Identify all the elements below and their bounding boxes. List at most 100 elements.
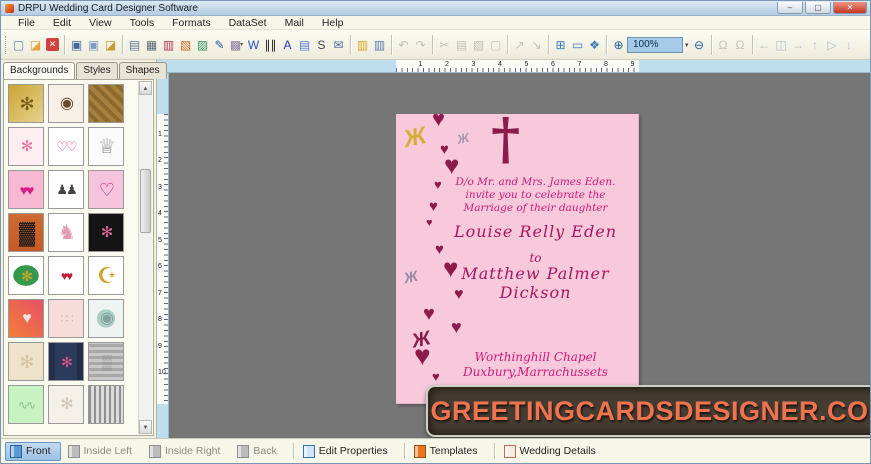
bottom-tab-templates[interactable]: Templates	[409, 442, 488, 461]
save-as-button[interactable]: ▣	[85, 34, 102, 56]
heart-icon: ♥	[444, 152, 459, 178]
database-add-button[interactable]: ▥	[354, 34, 371, 56]
menu-dataset[interactable]: DataSet	[220, 17, 276, 29]
bottom-tab-wedding-details[interactable]: Wedding Details	[499, 442, 606, 461]
menu-file[interactable]: File	[9, 17, 44, 29]
save-as-icon: ▣	[88, 39, 99, 51]
sidebar-scrollbar[interactable]: ▲ ▼	[138, 81, 152, 434]
templates-label: Templates	[430, 445, 478, 457]
bride-name-text[interactable]: Louise Relly Eden	[434, 222, 637, 241]
menu-mail[interactable]: Mail	[276, 17, 313, 29]
design-canvas[interactable]: 123456789 12345678910 † ♥♥♥♥♥♥♥♥♥♥♥♥♥ЖЖЖ…	[157, 60, 870, 438]
copy-pages-button[interactable]: ▥	[160, 34, 177, 56]
background-tile-gold-figure-leaf[interactable]: ✻	[8, 256, 44, 295]
menu-help[interactable]: Help	[313, 17, 353, 29]
word-art-button[interactable]: W	[245, 34, 262, 56]
minimize-icon: –	[788, 3, 792, 12]
pink-speckled-glyph: ∷∷	[60, 313, 71, 325]
tab-shapes[interactable]: Shapes	[119, 62, 167, 79]
background-tile-rose-petals[interactable]: ♥♥	[48, 256, 84, 295]
background-tile-pale-floral[interactable]: ✻	[48, 385, 84, 424]
insert-text-button[interactable]: A	[279, 34, 296, 56]
fit-to-window-button[interactable]: ❖	[586, 34, 603, 56]
background-tile-black-floral-pink[interactable]: ✻	[88, 213, 124, 252]
templates-icon	[414, 445, 426, 458]
show-grid-button[interactable]: ⊞	[552, 34, 569, 56]
menu-formats[interactable]: Formats	[163, 17, 220, 29]
picture-effects-button[interactable]: ▩▾	[228, 34, 245, 56]
close-button[interactable]: ✕	[833, 2, 867, 14]
background-tile-lace-stripes[interactable]	[88, 385, 124, 424]
pink-blossom-cream-glyph: ✻	[21, 139, 32, 154]
insert-image-button[interactable]: ▨	[194, 34, 211, 56]
minimize-button[interactable]: –	[777, 2, 803, 14]
background-tile-crescent-moon-star[interactable]: ☪	[88, 256, 124, 295]
zoom-in-icon: ⊕	[613, 39, 623, 51]
tab-backgrounds[interactable]: Backgrounds	[3, 62, 75, 79]
venue-text[interactable]: Worthinghill Chapel Duxbury,Marrachusset…	[434, 350, 637, 380]
venue-line-1: Worthinghill Chapel	[434, 350, 637, 365]
zoom-out-button[interactable]: ⊖	[691, 34, 708, 56]
toolbar-grip[interactable]	[5, 36, 8, 54]
zoom-level-field[interactable]: 100%	[627, 37, 683, 53]
background-tile-navy-rose-stripe[interactable]: ✻	[48, 342, 84, 381]
tab-styles[interactable]: Styles	[76, 62, 117, 79]
bottom-tab-front[interactable]: Front	[5, 442, 61, 461]
new-document-button[interactable]: ▢	[10, 34, 27, 56]
print-button[interactable]: ▦	[143, 34, 160, 56]
wedding-card[interactable]: † ♥♥♥♥♥♥♥♥♥♥♥♥♥ЖЖЖЖ D/o Mr. and Mrs. Jam…	[396, 114, 639, 404]
scroll-down-button[interactable]: ▼	[139, 420, 152, 434]
butterfly-icon: Ж	[402, 124, 429, 152]
fill-color-button[interactable]: ▧	[177, 34, 194, 56]
menu-edit[interactable]: Edit	[44, 17, 80, 29]
fit-to-window-icon: ❖	[589, 39, 600, 51]
menu-view[interactable]: View	[80, 17, 121, 29]
mail-merge-button[interactable]: ✉	[330, 34, 347, 56]
background-tile-cream-magnolia[interactable]: ✻	[8, 342, 44, 381]
background-tile-pink-blossom-cream[interactable]: ✻	[8, 127, 44, 166]
background-tile-green-scallop[interactable]: ∿∿	[8, 385, 44, 424]
background-tile-hearts-collage[interactable]: ♥	[8, 299, 44, 338]
close-file-button[interactable]: ✕	[44, 34, 61, 56]
background-tile-cream-paisley[interactable]: ◉	[48, 84, 84, 123]
background-tile-pink-speckled[interactable]: ∷∷	[48, 299, 84, 338]
background-tile-gold-floral[interactable]: ✻	[8, 84, 44, 123]
to-text[interactable]: to	[434, 251, 637, 265]
page-setup-button[interactable]: ▤	[126, 34, 143, 56]
gold-figure-leaf-glyph: ✻	[21, 269, 31, 283]
card-intro-text[interactable]: D/o Mr. and Mrs. James Eden. invite you …	[434, 176, 637, 215]
barcode-button[interactable]: ∥∥	[262, 34, 279, 56]
database-view-button[interactable]: ▥	[371, 34, 388, 56]
menu-tools[interactable]: Tools	[121, 17, 164, 29]
open-file-button[interactable]: ◪	[27, 34, 44, 56]
background-tile-pink-elephant[interactable]: ♞	[48, 213, 84, 252]
background-tile-pink-hearts[interactable]: ♥♥	[8, 170, 44, 209]
send-to-back-icon: ↘	[531, 39, 541, 51]
window-controls: – ▢ ✕	[775, 2, 867, 14]
zoom-in-button[interactable]: ⊕	[610, 34, 627, 56]
background-tile-heart-outlines[interactable]: ♡♡	[48, 127, 84, 166]
maximize-button[interactable]: ▢	[805, 2, 831, 14]
export-folder-button[interactable]: ◪	[102, 34, 119, 56]
background-tile-teal-mandala[interactable]: ◉	[88, 299, 124, 338]
background-tile-wedding-carriage[interactable]: ♕	[88, 127, 124, 166]
rose-petals-glyph: ♥♥	[61, 270, 71, 282]
groom-name-text[interactable]: Matthew Palmer Dickson	[434, 264, 637, 302]
draw-pen-button[interactable]: ✎	[211, 34, 228, 56]
insert-note-button[interactable]: ▤	[296, 34, 313, 56]
bottom-tab-edit-properties[interactable]: Edit Properties	[298, 442, 398, 461]
background-tile-brown-damask[interactable]	[88, 84, 124, 123]
zoom-dropdown-caret[interactable]: ▾	[683, 41, 691, 49]
undo-icon: ↶	[398, 39, 408, 51]
scrollbar-thumb[interactable]	[140, 169, 151, 233]
background-tile-gray-lace[interactable]: ▒	[88, 342, 124, 381]
background-tile-ganesh-orange-black[interactable]: ▓	[8, 213, 44, 252]
app-icon	[5, 4, 14, 13]
scroll-up-button[interactable]: ▲	[139, 81, 152, 95]
show-guides-button[interactable]: ▭	[569, 34, 586, 56]
background-tile-dancing-couples[interactable]: ♟♟	[48, 170, 84, 209]
save-button[interactable]: ▣	[68, 34, 85, 56]
background-tile-swirl-hearts[interactable]: ♡	[88, 170, 124, 209]
butterfly-icon: Ж	[456, 131, 471, 146]
signature-button[interactable]: S	[313, 34, 330, 56]
